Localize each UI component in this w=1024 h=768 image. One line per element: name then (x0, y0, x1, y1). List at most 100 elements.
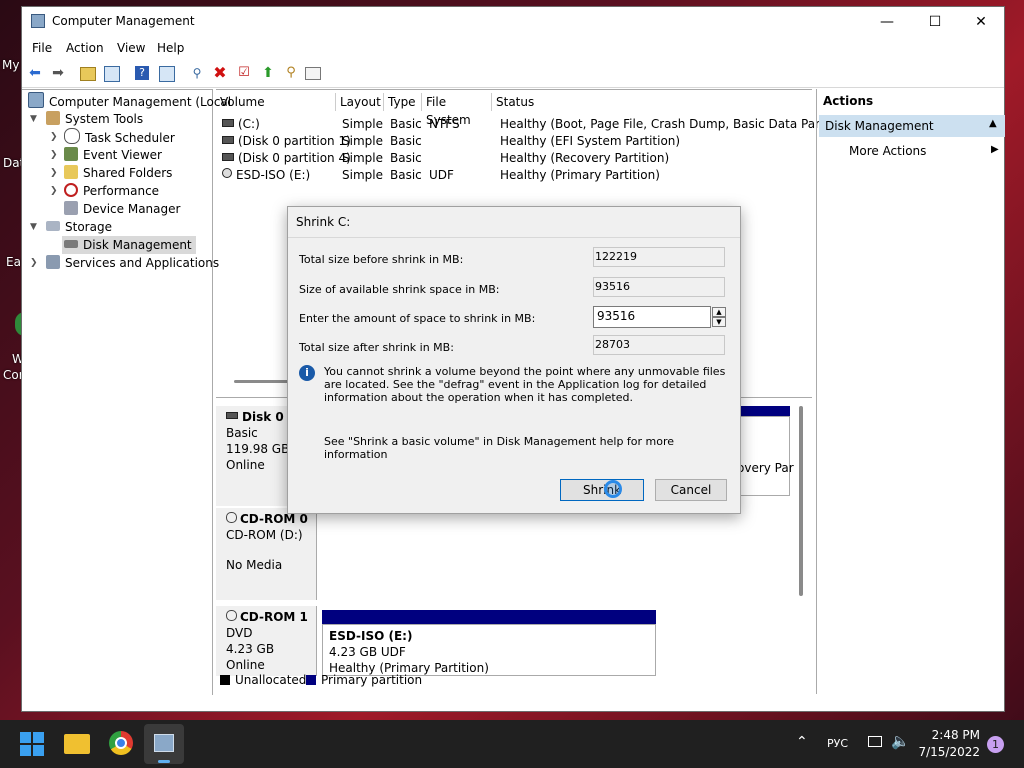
cdrom1-info[interactable]: CD-ROM 1 DVD 4.23 GB Online (216, 606, 317, 676)
volume-icon[interactable]: 🔈 (891, 732, 910, 750)
column-header-layout[interactable]: Layout (336, 93, 384, 111)
collapse-up-icon[interactable]: ▲ (989, 118, 997, 129)
toolbar: ⬅ ➡ ? ⚲ ✖ ☑ ⬆ ⚲ (22, 59, 1004, 88)
tree-item-services[interactable]: Services and Applications (46, 254, 219, 272)
recovery-partition-bar (736, 406, 790, 416)
clock-time[interactable]: 2:48 PM (918, 728, 980, 742)
expand-arrow-icon[interactable]: ❯ (50, 168, 58, 178)
column-header-volume[interactable]: Volume (216, 93, 336, 111)
tree-label: Device Manager (83, 202, 181, 216)
primary-swatch (306, 675, 316, 685)
volume-layout: Simple (342, 117, 383, 131)
volume-name: (Disk 0 partition 4) (238, 151, 351, 165)
search-icon[interactable]: ⚲ (282, 64, 300, 82)
clock-icon (64, 128, 80, 144)
tree-item-shared-folders[interactable]: Shared Folders (64, 164, 172, 182)
expand-arrow-icon[interactable]: ❯ (50, 132, 58, 142)
tree-item-task-scheduler[interactable]: Task Scheduler (64, 128, 175, 146)
cdrom1-size: 4.23 GB (226, 642, 275, 656)
windows-start-icon[interactable] (20, 732, 44, 756)
cdrom0-state: No Media (226, 558, 283, 572)
maximize-button[interactable]: ☐ (912, 7, 958, 37)
computer-management-taskbar-button[interactable] (144, 724, 184, 764)
disk0-size: 119.98 GB (226, 442, 290, 456)
volume-name: ESD-ISO (E:) (236, 168, 311, 182)
network-icon[interactable] (868, 736, 882, 747)
tree-item-performance[interactable]: Performance (64, 182, 159, 200)
unallocated-swatch (220, 675, 230, 685)
legend-unallocated: Unallocated (235, 673, 307, 687)
tools-icon (46, 111, 60, 125)
spin-up-button[interactable]: ▲ (712, 307, 726, 317)
back-arrow-icon[interactable]: ⬅ (26, 64, 44, 82)
chrome-icon[interactable] (109, 731, 133, 755)
expand-arrow-icon[interactable]: ❯ (30, 258, 38, 268)
collapse-arrow-icon[interactable]: ▼ (30, 114, 37, 124)
graph-vertical-scrollbar[interactable] (799, 406, 803, 596)
file-explorer-icon[interactable] (64, 734, 90, 754)
tree-label: Computer Management (Local (49, 95, 232, 109)
cdrom0-drive: CD-ROM (D:) (226, 528, 303, 542)
shrink-button[interactable]: Shrink (560, 479, 644, 501)
expand-arrow-icon[interactable]: ❯ (50, 186, 58, 196)
tree-item-event-viewer[interactable]: Event Viewer (64, 146, 162, 164)
up-folder-icon[interactable] (80, 67, 96, 81)
tree-item-storage[interactable]: Storage (46, 218, 112, 236)
actions-section-disk-management[interactable]: Disk Management ▲ (819, 115, 1005, 137)
menu-file[interactable]: File (32, 41, 52, 55)
tree-item-root[interactable]: Computer Management (Local (28, 92, 231, 110)
shared-folder-icon (64, 165, 78, 179)
tree-label: Event Viewer (83, 148, 162, 162)
label-enter-amount: Enter the amount of space to shrink in M… (299, 312, 536, 325)
spin-down-button[interactable]: ▼ (712, 317, 726, 327)
menu-bar: File Action View Help (22, 37, 1004, 59)
close-button[interactable]: ✕ (958, 7, 1004, 37)
forward-arrow-icon[interactable]: ➡ (49, 64, 67, 82)
check-icon[interactable]: ☑ (235, 64, 253, 82)
chevron-up-icon[interactable]: ⌃ (796, 734, 808, 750)
recovery-partition[interactable]: overy Par (736, 416, 794, 496)
desktop-icon-label[interactable]: My (2, 58, 19, 72)
connect-icon[interactable]: ⚲ (188, 64, 206, 82)
menu-view[interactable]: View (117, 41, 145, 55)
storage-icon (46, 221, 60, 231)
menu-action[interactable]: Action (66, 41, 104, 55)
clock-date[interactable]: 7/15/2022 (918, 745, 980, 759)
language-indicator[interactable]: РУС (827, 737, 848, 750)
minimize-button[interactable]: — (864, 7, 910, 37)
notification-badge[interactable]: 1 (987, 736, 1004, 753)
menu-help[interactable]: Help (157, 41, 184, 55)
tree-label: Task Scheduler (85, 131, 175, 145)
delete-icon[interactable]: ✖ (211, 64, 229, 82)
cdrom0-info[interactable]: CD-ROM 0 CD-ROM (D:) No Media (216, 508, 317, 600)
more-actions-item[interactable]: More Actions ▶ (819, 141, 1005, 161)
esd-iso-partition[interactable]: ESD-ISO (E:) 4.23 GB UDF Healthy (Primar… (322, 624, 656, 676)
help-icon[interactable]: ? (135, 66, 149, 80)
legend-primary: Primary partition (321, 673, 423, 687)
info-icon: i (299, 365, 315, 381)
computer-management-icon (154, 734, 174, 752)
disk-icon (226, 412, 238, 419)
properties-icon[interactable] (159, 66, 175, 82)
tree-item-system-tools[interactable]: System Tools (46, 110, 143, 128)
list-horizontal-scrollbar[interactable] (234, 380, 294, 383)
disk0-state: Online (226, 458, 265, 472)
tree-item-disk-management[interactable]: Disk Management (62, 236, 196, 254)
shrink-amount-input[interactable]: 93516 (593, 306, 711, 328)
column-header-file-system[interactable]: File System (422, 93, 492, 127)
column-header-status[interactable]: Status (492, 93, 812, 111)
title-bar[interactable]: Computer Management — ☐ ✕ (22, 7, 1004, 37)
expand-arrow-icon[interactable]: ❯ (50, 150, 58, 160)
upload-icon[interactable]: ⬆ (259, 64, 277, 82)
cdrom1-type: DVD (226, 626, 253, 640)
show-hide-tree-icon[interactable] (104, 66, 120, 82)
cancel-button[interactable]: Cancel (655, 479, 727, 501)
column-header-type[interactable]: Type (384, 93, 422, 111)
volume-type: Basic (390, 117, 422, 131)
console-icon[interactable] (305, 67, 321, 80)
disk-icon (64, 240, 78, 248)
tree-item-device-manager[interactable]: Device Manager (64, 200, 180, 218)
volume-name: (C:) (238, 117, 260, 131)
collapse-arrow-icon[interactable]: ▼ (30, 222, 37, 232)
value-total-after: 28703 (593, 335, 725, 355)
